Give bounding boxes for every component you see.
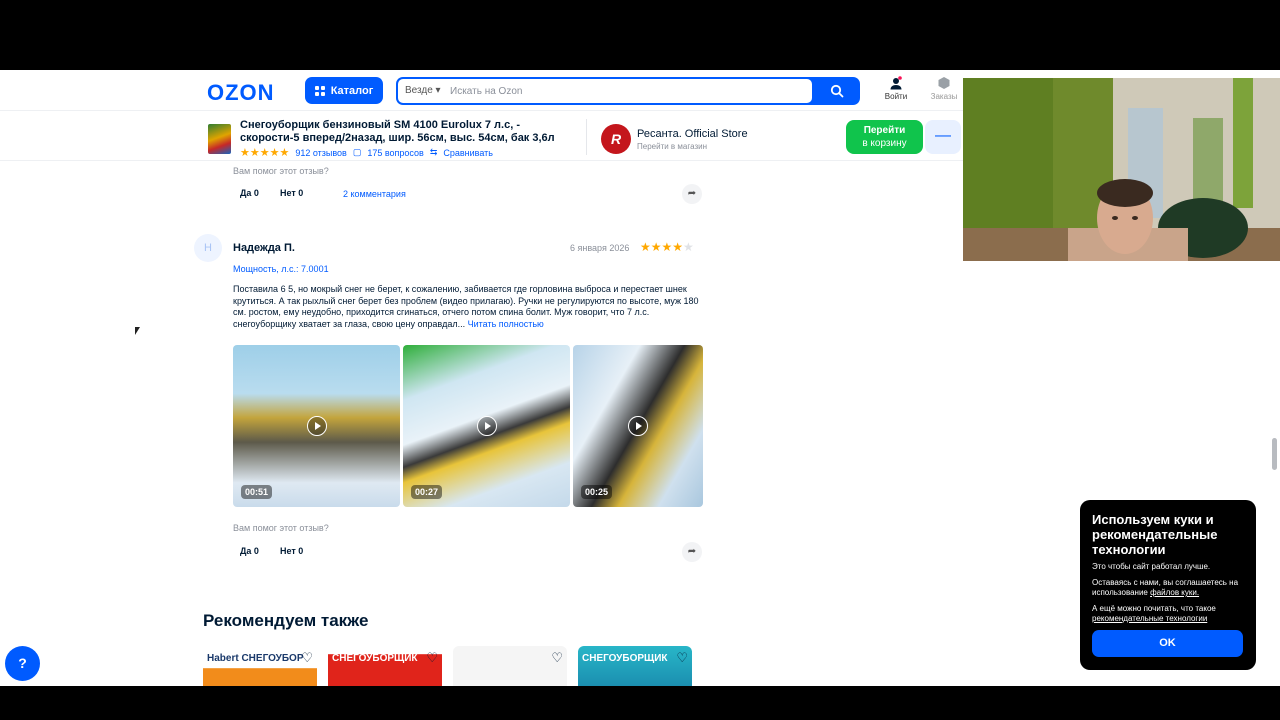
share-icon[interactable]: ➦ <box>682 184 702 204</box>
scrollbar[interactable] <box>1272 438 1277 470</box>
login-button[interactable]: Войти <box>876 76 916 101</box>
sticky-product-bar: Снегоуборщик бензиновый SM 4100 Euroluх … <box>0 110 963 161</box>
video-duration: 00:25 <box>581 485 613 499</box>
product-rating-stars: ★★★★★ <box>240 147 290 159</box>
cookie-text-1: Это чтобы сайт работал лучше. <box>1092 562 1211 571</box>
video-duration: 00:51 <box>241 485 273 499</box>
bottom-letterbox <box>0 686 1280 720</box>
review-video-1[interactable]: 00:51 <box>233 345 400 507</box>
play-icon <box>628 416 648 436</box>
review-text: Поставила 6 5, но мокрый снег не берет, … <box>233 284 703 330</box>
avatar: Н <box>194 234 222 262</box>
cookie-files-link[interactable]: файлов куки. <box>1150 588 1199 597</box>
compare-link[interactable]: Сравнивать <box>443 148 493 158</box>
catalog-label: Каталог <box>330 84 374 97</box>
vote-no-button[interactable]: Нет 0 <box>274 184 309 202</box>
grid-icon <box>314 85 325 96</box>
search-scope-select[interactable]: Везде ▾ <box>405 85 441 96</box>
divider <box>586 119 587 155</box>
catalog-button[interactable]: Каталог <box>305 77 383 104</box>
store-logo[interactable]: R <box>601 124 631 154</box>
review-variant[interactable]: Мощность, л.с.: 7.0001 <box>233 264 329 274</box>
top-letterbox <box>0 0 1280 70</box>
vote-yes-button[interactable]: Да 0 <box>234 184 265 202</box>
review-rating-stars: ★★★★★ <box>640 240 694 254</box>
cookie-banner: Используем куки и рекомендательные техно… <box>1080 500 1256 670</box>
rec-card[interactable]: ♡ <box>453 646 567 686</box>
user-icon <box>890 76 902 90</box>
box-icon <box>938 77 950 89</box>
cart-label-2: в корзину <box>862 138 907 149</box>
help-button[interactable]: ? <box>5 646 40 681</box>
search-field-wrap: Везде ▾ <box>398 79 812 103</box>
rec-card[interactable]: СНЕГОУБОРЩИК ♡ <box>578 646 692 686</box>
helpful-question: Вам помог этот отзыв? <box>233 166 329 176</box>
store-link[interactable]: Перейти в магазин <box>637 142 707 151</box>
product-thumbnail[interactable] <box>208 124 231 154</box>
cookie-ok-button[interactable]: OK <box>1092 630 1243 657</box>
read-more-link[interactable]: Читать полностью <box>468 319 544 329</box>
review-author: Надежда П. <box>233 242 295 254</box>
browser-page: OZON Каталог Везде ▾ Войти Заказы Снегоу… <box>0 70 1280 686</box>
questions-icon: ▢ <box>352 147 362 157</box>
search-bar: Везде ▾ <box>396 77 860 105</box>
rec-card-label: СНЕГОУБОРЩИК <box>582 653 668 664</box>
review-date: 6 января 2026 <box>570 243 630 253</box>
mouse-cursor <box>135 327 140 335</box>
heart-icon[interactable]: ♡ <box>676 650 688 666</box>
cookie-title: Используем куки и рекомендательные техно… <box>1092 512 1218 557</box>
search-input[interactable] <box>450 81 800 101</box>
heart-icon[interactable]: ♡ <box>551 650 563 666</box>
heart-icon[interactable]: ♡ <box>426 650 438 666</box>
reviews-link[interactable]: 912 отзывов <box>295 148 347 158</box>
site-header: OZON Каталог Везде ▾ Войти Заказы <box>0 70 963 110</box>
webcam-video <box>963 78 1280 261</box>
review-video-2[interactable]: 00:27 <box>403 345 570 507</box>
recommend-title: Рекомендуем также <box>203 611 369 630</box>
rec-card[interactable]: СНЕГОУБОРЩИК ♡ <box>328 646 442 686</box>
rec-card-label: СНЕГОУБОРЩИК <box>332 653 418 664</box>
review-video-3[interactable]: 00:25 <box>573 345 703 507</box>
play-icon <box>306 416 327 436</box>
vote-yes-button[interactable]: Да 0 <box>234 542 265 560</box>
rec-card[interactable]: Habert СНЕГОУБОР ♡ <box>203 646 317 686</box>
cart-label-1: Перейти <box>863 125 906 136</box>
compare-icon: ⇆ <box>429 147 438 157</box>
product-title: Снегоуборщик бензиновый SM 4100 Euroluх … <box>240 119 555 144</box>
recommend-tech-link[interactable]: рекомендательные технологии <box>1092 614 1207 623</box>
cookie-text-2: Оставаясь с нами, вы соглашаетесь на исп… <box>1092 577 1239 598</box>
go-to-cart-button[interactable]: Перейти в корзину <box>846 120 923 154</box>
orders-button[interactable]: Заказы <box>924 76 964 101</box>
webcam-overlay <box>963 78 1280 261</box>
play-icon <box>476 416 497 436</box>
share-icon[interactable]: ➦ <box>682 542 702 562</box>
store-name[interactable]: Ресанта. Official Store <box>637 128 748 140</box>
ozon-logo[interactable]: OZON <box>207 80 275 106</box>
video-duration: 00:27 <box>411 485 443 499</box>
search-icon[interactable] <box>830 84 844 98</box>
product-meta: ★★★★★ 912 отзывов ▢ 175 вопросов ⇆ Сравн… <box>240 146 493 159</box>
orders-label: Заказы <box>930 92 958 101</box>
rec-card-label: Habert СНЕГОУБОР <box>207 653 304 664</box>
vote-no-button[interactable]: Нет 0 <box>274 542 309 560</box>
login-label: Войти <box>884 92 908 101</box>
cookie-text-3: А ещё можно почитать, что такое рекоменд… <box>1092 603 1216 624</box>
questions-link[interactable]: 175 вопросов <box>367 148 423 158</box>
helpful-question: Вам помог этот отзыв? <box>233 523 329 533</box>
decrease-quantity-button[interactable]: — <box>925 120 961 154</box>
review-body: Поставила 6 5, но мокрый снег не берет, … <box>233 284 699 329</box>
heart-icon[interactable]: ♡ <box>301 650 313 666</box>
comments-link[interactable]: 2 комментария <box>343 189 406 199</box>
